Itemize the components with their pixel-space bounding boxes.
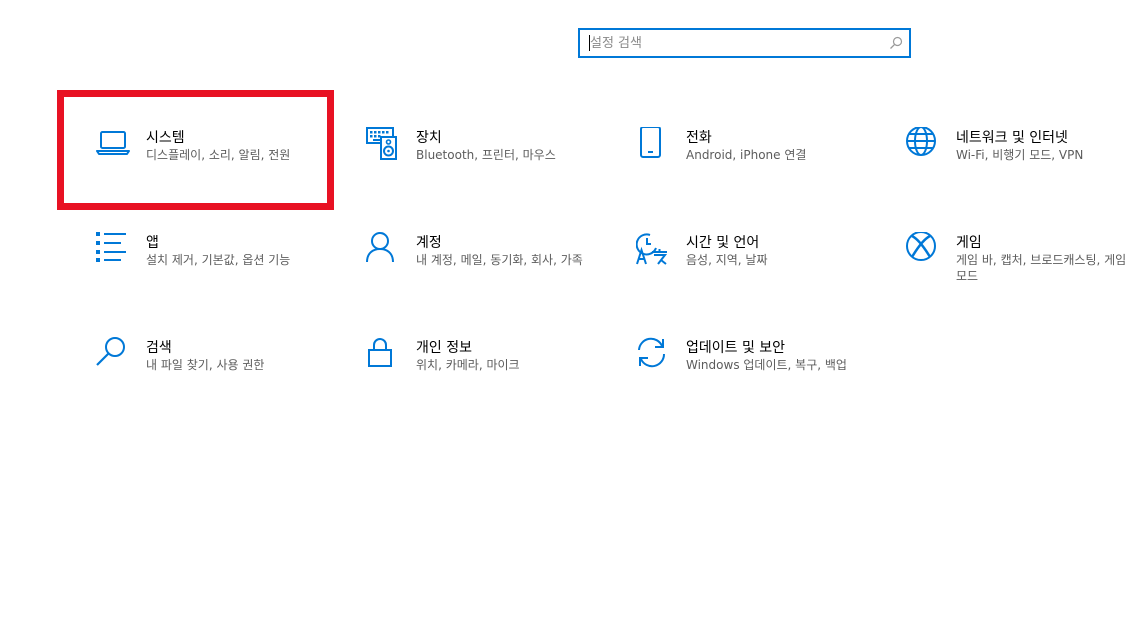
tile-devices[interactable]: 장치 Bluetooth, 프린터, 마우스 (366, 127, 616, 197)
text-caret (589, 35, 590, 51)
time-language-icon (636, 232, 670, 266)
phone-icon (636, 127, 670, 161)
tile-description: 음성, 지역, 날짜 (686, 253, 768, 267)
apps-list-icon (96, 232, 130, 266)
search-magnifier-icon (96, 337, 130, 371)
tile-privacy[interactable]: 개인 정보 위치, 카메라, 마이크 (366, 337, 616, 407)
tile-gaming[interactable]: 게임 게임 바, 캡처, 브로드캐스팅, 게임 모드 (906, 232, 1147, 302)
tile-phone[interactable]: 전화 Android, iPhone 연결 (636, 127, 886, 197)
keyboard-speaker-icon (366, 127, 400, 161)
tile-title: 게임 (956, 235, 982, 251)
tile-title: 계정 (416, 235, 442, 251)
tile-description: 위치, 카메라, 마이크 (416, 358, 520, 372)
tile-title: 전화 (686, 130, 712, 146)
search-box[interactable] (578, 28, 911, 58)
tile-title: 시간 및 언어 (686, 235, 760, 251)
tile-description: 설치 제거, 기본값, 옵션 기능 (146, 253, 291, 267)
highlight-box (57, 90, 334, 210)
tile-description: Windows 업데이트, 복구, 백업 (686, 358, 847, 372)
search-input[interactable] (590, 30, 880, 56)
search-icon (890, 36, 903, 49)
tile-title: 개인 정보 (416, 340, 472, 356)
tile-update-security[interactable]: 업데이트 및 보안 Windows 업데이트, 복구, 백업 (636, 337, 886, 407)
tile-search[interactable]: 검색 내 파일 찾기, 사용 권한 (96, 337, 346, 407)
tile-apps[interactable]: 앱 설치 제거, 기본값, 옵션 기능 (96, 232, 346, 302)
tile-description: Wi-Fi, 비행기 모드, VPN (956, 148, 1084, 162)
tile-description: 내 파일 찾기, 사용 권한 (146, 358, 265, 372)
tile-description: 게임 바, 캡처, 브로드캐스팅, 게임 모드 (956, 253, 1127, 283)
person-icon (366, 232, 400, 266)
tile-accounts[interactable]: 계정 내 계정, 메일, 동기화, 회사, 가족 (366, 232, 616, 302)
tile-title: 검색 (146, 340, 172, 356)
tile-network[interactable]: 네트워크 및 인터넷 Wi-Fi, 비행기 모드, VPN (906, 127, 1147, 197)
lock-icon (366, 337, 400, 371)
sync-icon (636, 337, 670, 371)
tile-title: 장치 (416, 130, 442, 146)
globe-icon (906, 127, 940, 161)
tile-title: 앱 (146, 235, 159, 251)
tile-description: 내 계정, 메일, 동기화, 회사, 가족 (416, 253, 583, 267)
settings-home: 시스템 디스플레이, 소리, 알림, 전원 장치 Blueto (0, 0, 1147, 617)
tile-time-language[interactable]: 시간 및 언어 음성, 지역, 날짜 (636, 232, 886, 302)
tile-description: Bluetooth, 프린터, 마우스 (416, 148, 556, 162)
tile-description: Android, iPhone 연결 (686, 148, 807, 162)
xbox-icon (906, 232, 940, 266)
tile-title: 네트워크 및 인터넷 (956, 130, 1068, 146)
tile-title: 업데이트 및 보안 (686, 340, 786, 356)
